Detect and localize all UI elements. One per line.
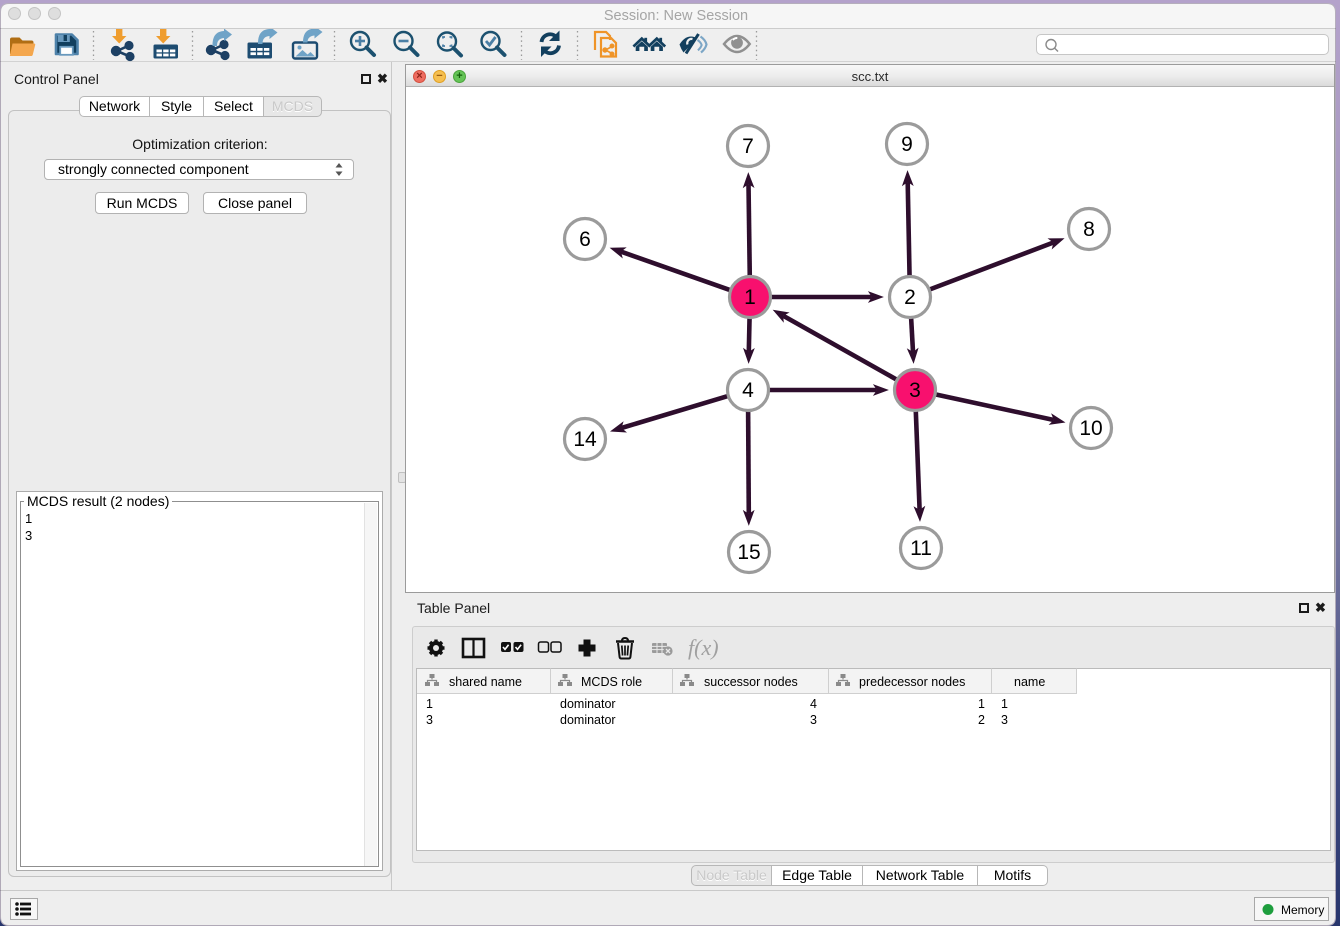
- svg-text:3: 3: [909, 379, 921, 402]
- svg-text:2: 2: [904, 286, 916, 309]
- svg-text:7: 7: [742, 135, 754, 158]
- svg-text:11: 11: [910, 537, 932, 560]
- svg-text:1: 1: [744, 286, 756, 309]
- svg-text:8: 8: [1083, 218, 1095, 241]
- svg-text:10: 10: [1079, 417, 1102, 440]
- svg-text:f(x): f(x): [688, 635, 719, 660]
- svg-text:9: 9: [901, 133, 913, 156]
- svg-text:6: 6: [579, 228, 591, 251]
- svg-text:14: 14: [573, 428, 597, 451]
- svg-text:4: 4: [742, 379, 754, 402]
- svg-text:15: 15: [737, 541, 760, 564]
